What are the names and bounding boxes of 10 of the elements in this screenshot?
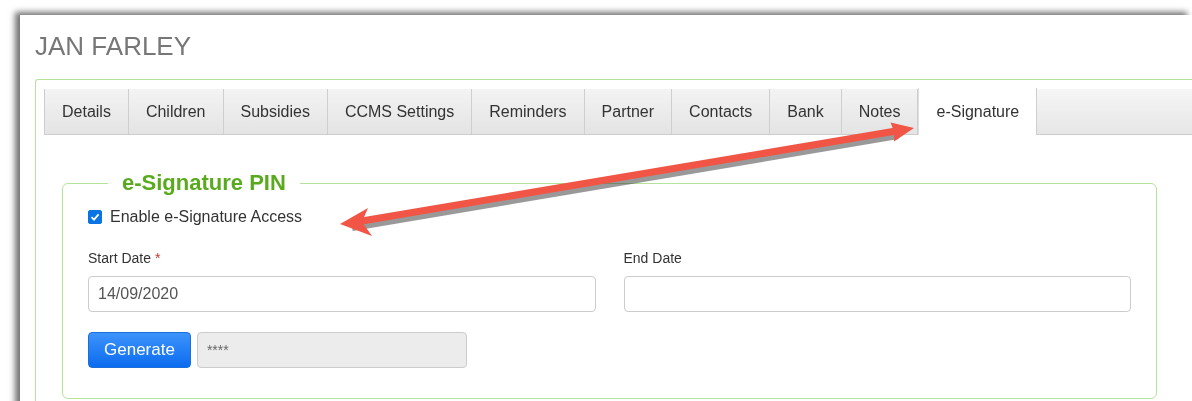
field-label: Start Date *: [88, 250, 162, 266]
page-title: JAN FARLEY: [35, 31, 192, 62]
fieldset-legend: e-Signature PIN: [108, 170, 300, 196]
start-date-field[interactable]: 14/09/2020: [88, 276, 596, 312]
generate-button[interactable]: Generate: [88, 332, 191, 368]
checkbox-label: Enable e-Signature Access: [110, 208, 303, 226]
end-date-field[interactable]: [623, 276, 1131, 312]
checkbox[interactable]: [88, 210, 102, 224]
field-label: End Date: [623, 250, 683, 266]
tab[interactable]: e-Signature: [918, 88, 1038, 135]
